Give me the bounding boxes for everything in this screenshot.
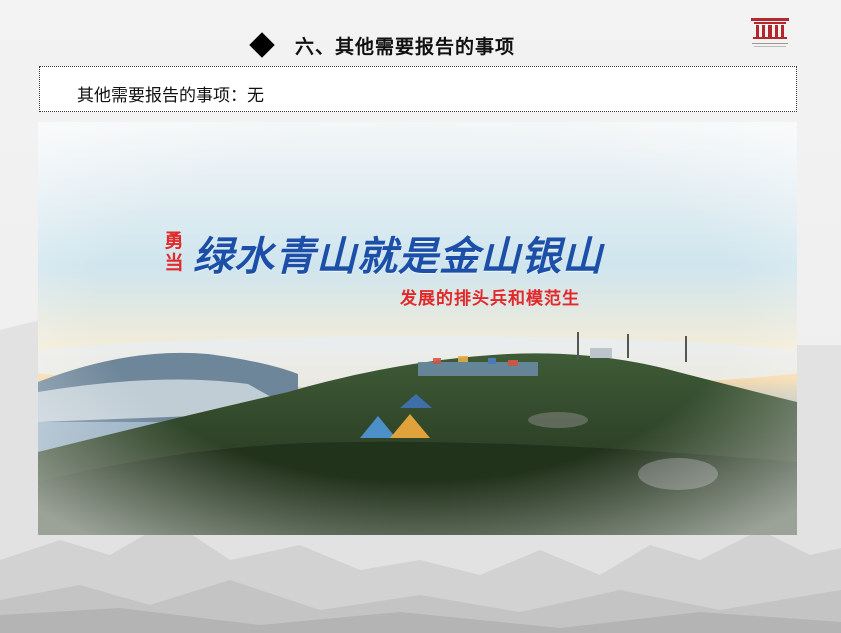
slide: 六、其他需要报告的事项 其他需要报告的事项：无 勇当 绿水青山就是金山银山 发展… [0,0,841,633]
banner-subtitle: 发展的排头兵和模范生 [400,289,580,309]
diamond-icon [249,32,275,58]
banner-slogan: 绿水青山就是金山银山 [193,233,603,280]
mountain-campsite-photo: 勇当 绿水青山就是金山银山 发展的排头兵和模范生 [38,122,797,535]
slide-title: 六、其他需要报告的事项 [295,35,516,58]
slide-title-row: 六、其他需要报告的事项 [247,28,515,62]
banner-prefix: 勇当 [164,230,184,274]
photo-scene [38,122,797,535]
notice-box: 其他需要报告的事项：无 [39,66,797,112]
emblem-logo [751,18,789,47]
notice-text: 其他需要报告的事项：无 [77,86,264,106]
